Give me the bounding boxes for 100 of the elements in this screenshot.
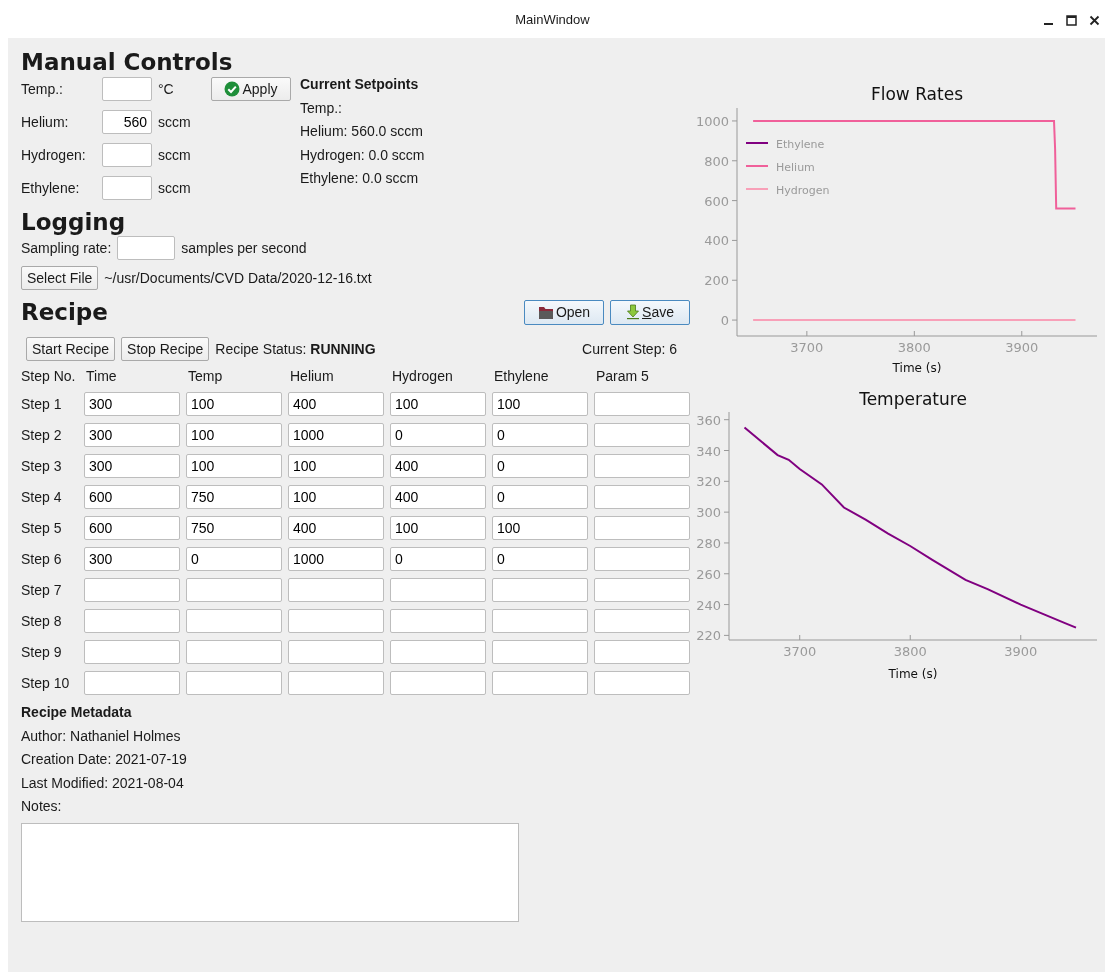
step-label: Step 5 xyxy=(21,520,63,536)
input-field[interactable]: 0 xyxy=(186,547,282,571)
input-field[interactable] xyxy=(594,454,690,478)
save-button[interactable]: Save xyxy=(610,299,690,325)
input-field[interactable] xyxy=(288,609,384,633)
input-field[interactable] xyxy=(186,609,282,633)
unit-label: sccm xyxy=(158,180,192,196)
input-field[interactable] xyxy=(390,671,486,695)
input-field[interactable]: 100 xyxy=(288,485,384,509)
input-field[interactable]: 300 xyxy=(84,547,180,571)
input-field[interactable]: 300 xyxy=(84,454,180,478)
input-field[interactable] xyxy=(594,547,690,571)
metadata-text: Creation Date: 2021-07-19 xyxy=(21,750,188,769)
input-field[interactable]: 100 xyxy=(390,516,486,540)
input-field[interactable] xyxy=(288,671,384,695)
input-field[interactable] xyxy=(594,392,690,416)
chart-title: Temperature xyxy=(859,389,967,409)
input-field[interactable] xyxy=(594,671,690,695)
input-field[interactable] xyxy=(102,143,152,167)
metadata-text: Author: Nathaniel Holmes xyxy=(21,726,182,746)
input-field[interactable]: 560 xyxy=(102,110,152,134)
tick-label: 600 xyxy=(704,193,729,209)
input-field[interactable] xyxy=(492,578,588,602)
close-icon[interactable] xyxy=(1089,15,1100,26)
input-field[interactable]: 100 xyxy=(492,516,588,540)
input-field[interactable] xyxy=(186,671,282,695)
input-field[interactable] xyxy=(288,640,384,664)
input-field[interactable]: 100 xyxy=(186,392,282,416)
stop-recipe-button[interactable]: Stop Recipe xyxy=(121,337,210,361)
input-field[interactable] xyxy=(390,578,486,602)
input-field[interactable]: 750 xyxy=(186,516,282,540)
tick-label: 400 xyxy=(704,233,729,249)
legend-label: Helium xyxy=(776,161,815,174)
input-field[interactable]: 0 xyxy=(390,547,486,571)
input-field[interactable] xyxy=(492,609,588,633)
input-field[interactable] xyxy=(594,485,690,509)
input-field[interactable]: 750 xyxy=(186,485,282,509)
input-field[interactable]: 0 xyxy=(492,485,588,509)
input-field[interactable]: 400 xyxy=(390,485,486,509)
input-field[interactable] xyxy=(84,640,180,664)
input-field[interactable] xyxy=(117,236,176,260)
input-field[interactable]: 300 xyxy=(84,392,180,416)
select-file-button[interactable]: Select File xyxy=(21,266,99,290)
step-label: Step 6 xyxy=(21,551,63,567)
notes-field[interactable] xyxy=(21,822,519,922)
maximize-icon[interactable] xyxy=(1066,15,1077,26)
input-field[interactable]: 400 xyxy=(288,516,384,540)
input-field[interactable]: 0 xyxy=(390,423,486,447)
input-field[interactable]: 1000 xyxy=(288,547,384,571)
field-label: Ethylene: xyxy=(21,180,81,196)
input-field[interactable]: 400 xyxy=(390,454,486,478)
start-recipe-button[interactable]: Start Recipe xyxy=(26,337,116,361)
input-field[interactable] xyxy=(492,671,588,695)
input-field[interactable] xyxy=(594,516,690,540)
open-button[interactable]: Open xyxy=(524,299,604,325)
input-field[interactable] xyxy=(594,423,690,447)
legend-label: Hydrogen xyxy=(776,184,830,197)
input-field[interactable] xyxy=(288,578,384,602)
input-field[interactable] xyxy=(102,77,152,101)
section-heading: Recipe xyxy=(21,298,108,326)
input-field[interactable]: 300 xyxy=(84,423,180,447)
input-field[interactable] xyxy=(390,609,486,633)
tick-label: 3800 xyxy=(893,644,927,659)
tick-label: 3800 xyxy=(897,340,931,355)
input-field[interactable] xyxy=(594,578,690,602)
input-field[interactable]: 100 xyxy=(186,454,282,478)
tick-label: 280 xyxy=(697,535,721,551)
input-field[interactable]: 100 xyxy=(492,392,588,416)
input-field[interactable] xyxy=(84,609,180,633)
download-icon xyxy=(626,304,641,320)
unit-label: °C xyxy=(158,81,175,97)
input-field[interactable] xyxy=(390,640,486,664)
input-field[interactable] xyxy=(492,640,588,664)
input-field[interactable] xyxy=(186,578,282,602)
input-field[interactable] xyxy=(102,176,152,200)
input-field[interactable] xyxy=(84,671,180,695)
input-field[interactable]: 100 xyxy=(390,392,486,416)
input-field[interactable]: 600 xyxy=(84,516,180,540)
file-path: ~/usr/Documents/CVD Data/2020-12-16.txt xyxy=(104,270,372,286)
input-field[interactable]: 400 xyxy=(288,392,384,416)
step-label: Step 1 xyxy=(21,396,63,412)
input-field[interactable]: 0 xyxy=(492,454,588,478)
input-field[interactable]: 600 xyxy=(84,485,180,509)
setpoint-text: Ethylene: 0.0 sccm xyxy=(300,169,420,188)
input-field[interactable]: 100 xyxy=(288,454,384,478)
tick-label: 240 xyxy=(697,597,721,613)
input-field[interactable] xyxy=(594,609,690,633)
apply-button[interactable]: Apply xyxy=(211,77,291,101)
step-label: Step 8 xyxy=(21,613,63,629)
input-field[interactable] xyxy=(186,640,282,664)
input-field[interactable]: 0 xyxy=(492,547,588,571)
input-field[interactable]: 100 xyxy=(186,423,282,447)
legend-label: Ethylene xyxy=(776,138,825,151)
input-field[interactable]: 0 xyxy=(492,423,588,447)
input-field[interactable]: 1000 xyxy=(288,423,384,447)
input-field[interactable] xyxy=(594,640,690,664)
window-title: MainWindow xyxy=(515,11,590,27)
setpoint-text: Temp.: xyxy=(300,98,343,118)
input-field[interactable] xyxy=(84,578,180,602)
column-header: Param 5 xyxy=(595,367,650,385)
